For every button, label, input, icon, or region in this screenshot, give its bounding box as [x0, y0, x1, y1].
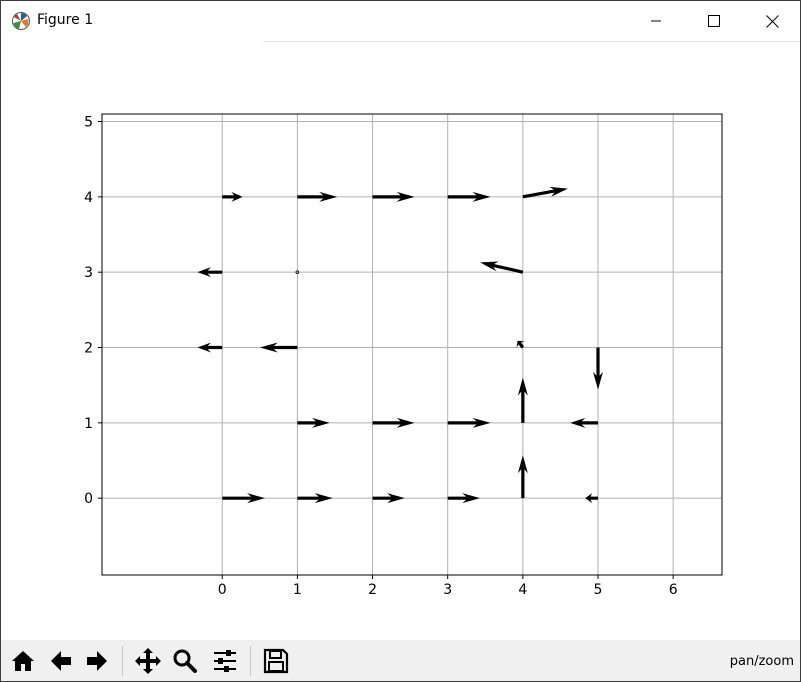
y-tick-label: 2 — [84, 341, 93, 357]
plot-area[interactable]: 0 1 2 3 4 5 6 0 1 2 3 4 5 — [1, 42, 800, 640]
quiver-arrow — [570, 417, 598, 428]
forward-icon — [87, 651, 107, 671]
quiver-arrow — [522, 186, 568, 199]
quiver-arrow — [447, 417, 491, 428]
close-button[interactable] — [743, 1, 801, 41]
x-tick-label: 4 — [518, 582, 527, 598]
configure-subplots-button[interactable] — [209, 645, 241, 677]
y-tick-label: 1 — [84, 416, 93, 432]
back-button[interactable] — [45, 645, 77, 677]
x-tick-label: 0 — [218, 582, 227, 598]
forward-button[interactable] — [81, 645, 113, 677]
toolbar-separator — [122, 646, 123, 676]
quiver-arrow — [197, 342, 223, 353]
quiver-arrow — [372, 191, 415, 202]
pan-button[interactable] — [132, 645, 164, 677]
quiver-arrow — [222, 191, 243, 202]
axes-frame — [101, 113, 723, 576]
title-bar: Figure 1 — [1, 1, 800, 41]
quiver-arrow — [222, 493, 266, 504]
x-tick-label: 1 — [293, 582, 302, 598]
minimize-button[interactable] — [627, 1, 685, 41]
quiver-arrow — [197, 267, 223, 278]
quiver-chart: 0 1 2 3 4 5 6 0 1 2 3 4 5 — [84, 113, 723, 598]
y-tick-label: 0 — [84, 491, 93, 507]
toolbar-separator — [250, 646, 251, 676]
save-button[interactable] — [260, 645, 292, 677]
x-tick-label: 5 — [594, 582, 603, 598]
zoom-button[interactable] — [169, 645, 201, 677]
navigation-toolbar: pan/zoom — [1, 640, 800, 681]
home-button[interactable] — [7, 645, 39, 677]
x-tick-label: 2 — [368, 582, 377, 598]
maximize-button[interactable] — [685, 1, 743, 41]
quiver-arrow — [297, 417, 330, 428]
quiver-arrow — [517, 455, 528, 499]
quiver-arrow — [516, 340, 525, 349]
quiver-arrow — [480, 261, 524, 274]
quiver-arrow — [585, 493, 598, 504]
quiver-arrow — [593, 347, 603, 390]
y-tick-label: 4 — [84, 190, 93, 206]
quiver-arrow — [372, 493, 405, 504]
back-icon — [51, 651, 71, 671]
quiver-arrow — [447, 493, 481, 504]
maximize-icon — [708, 15, 720, 27]
pan-icon — [135, 648, 161, 674]
x-tick-label: 3 — [443, 582, 452, 598]
configure-subplots-icon — [214, 650, 236, 672]
close-icon — [765, 14, 779, 28]
quiver-arrow — [447, 191, 491, 202]
save-icon — [263, 648, 289, 674]
quiver-arrow — [297, 493, 333, 504]
matplotlib-logo-icon — [11, 11, 31, 31]
quiver-arrow — [372, 417, 415, 428]
y-tick-label: 5 — [84, 115, 93, 131]
quiver-arrow — [297, 191, 338, 202]
window-title: Figure 1 — [37, 12, 94, 28]
quiver-arrow — [517, 377, 528, 423]
figure-window: Figure 1 0 1 2 3 4 5 6 0 1 2 3 4 5 pan/zoom — [0, 0, 801, 682]
toolbar-status: pan/zoom — [729, 654, 794, 669]
quiver-arrow — [259, 342, 298, 353]
minimize-icon — [651, 20, 661, 22]
x-tick-label: 6 — [669, 582, 678, 598]
zoom-icon — [173, 649, 197, 673]
y-tick-label: 3 — [84, 265, 93, 281]
home-icon — [12, 651, 34, 671]
